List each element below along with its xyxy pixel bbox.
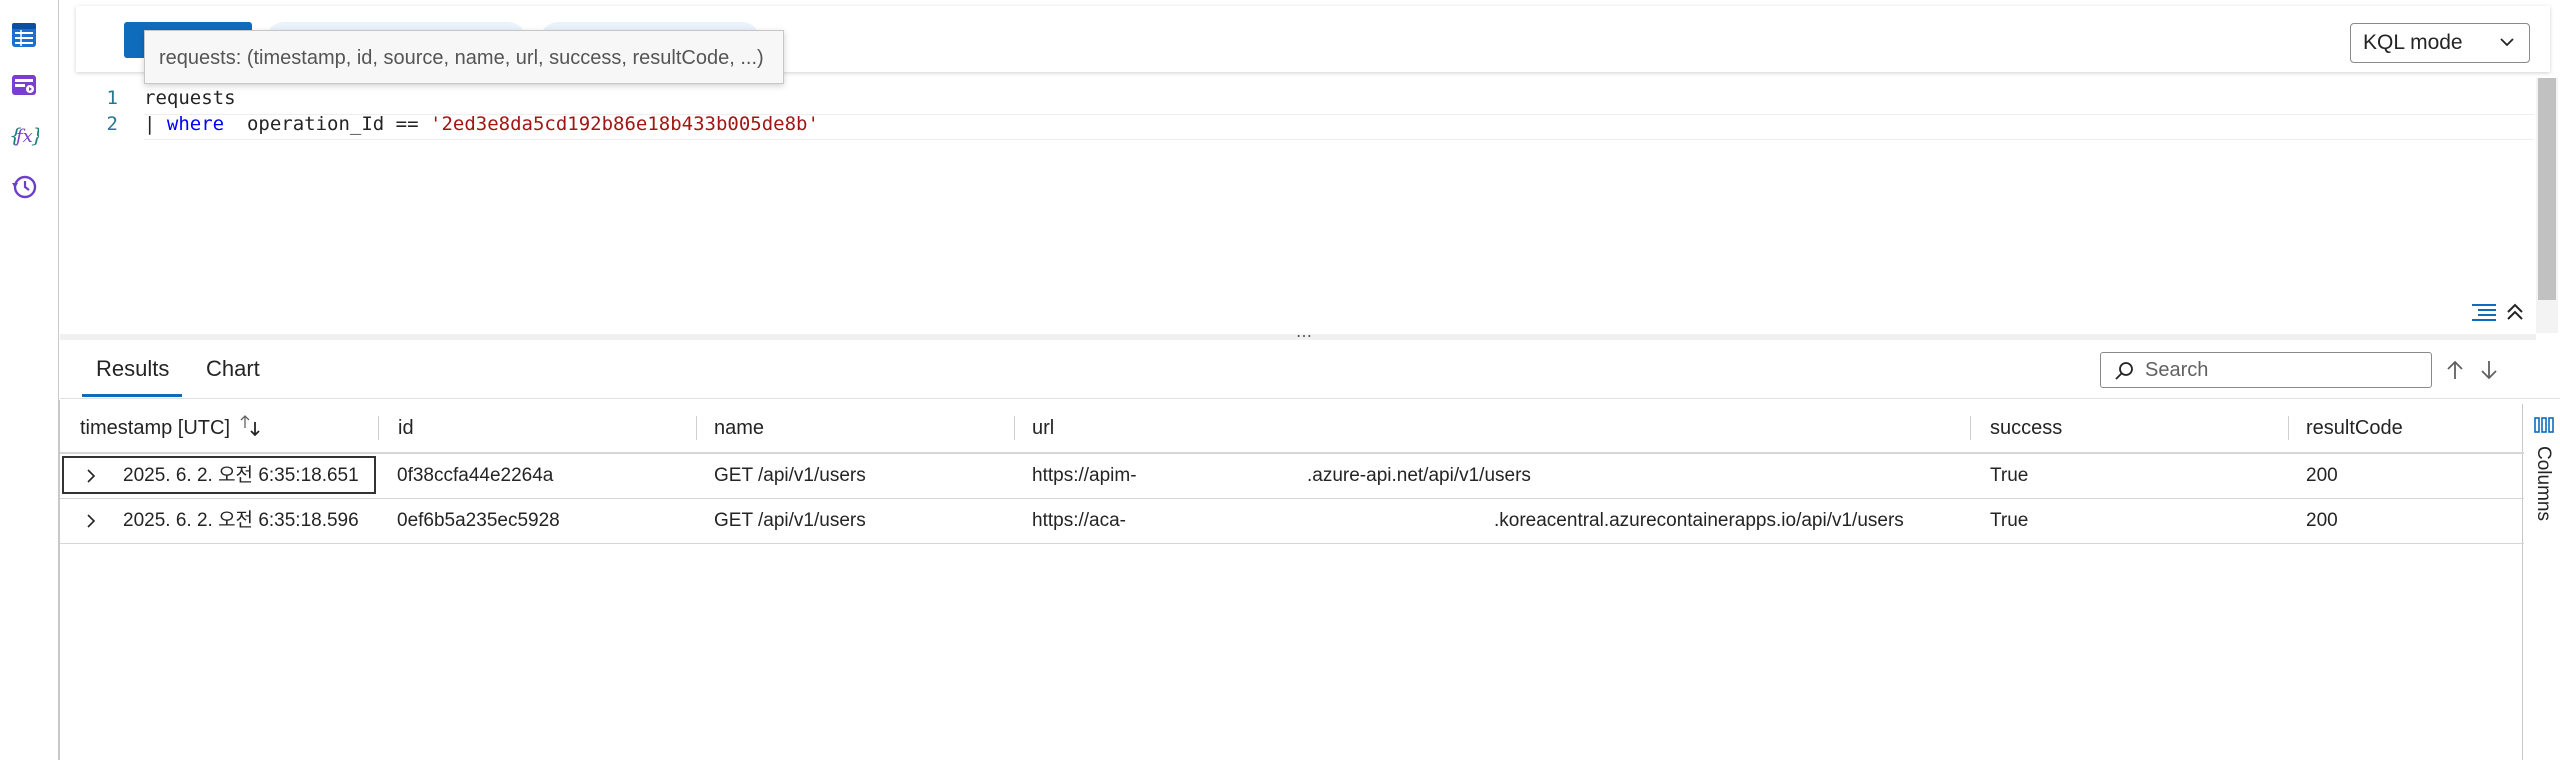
cell-timestamp[interactable]: 2025. 6. 2. 오전 6:35:18.596	[123, 499, 359, 543]
arrow-up-icon[interactable]	[2442, 356, 2468, 384]
column-separator[interactable]	[696, 416, 697, 440]
code-line-1[interactable]: requests	[144, 87, 236, 109]
results-search-box[interactable]	[2100, 352, 2432, 388]
search-icon	[2113, 360, 2135, 388]
column-separator[interactable]	[2288, 416, 2289, 440]
cell-id[interactable]: 0ef6b5a235ec5928	[397, 499, 560, 543]
splitter-grip-icon[interactable]: ⋯	[1296, 326, 1314, 346]
code-expression: operation_Id ==	[224, 113, 430, 135]
line-number: 1	[106, 87, 118, 109]
tab-results[interactable]: Results	[96, 356, 169, 382]
left-rail: {fx}	[0, 0, 59, 760]
svg-text:}: }	[31, 123, 39, 147]
sort-icon[interactable]	[238, 412, 264, 445]
cell-name[interactable]: GET /api/v1/users	[714, 499, 866, 543]
column-header-name[interactable]: name	[714, 404, 764, 452]
column-header-label: success	[1990, 417, 2063, 439]
editor-scrollbar-thumb[interactable]	[2538, 78, 2556, 300]
code-table-name: requests	[144, 87, 236, 109]
arrow-down-icon[interactable]	[2476, 356, 2502, 384]
column-header-timestamp[interactable]: timestamp [UTC]	[80, 404, 230, 452]
collapse-icon[interactable]	[2504, 300, 2526, 329]
table-row[interactable]: 2025. 6. 2. 오전 6:35:18.596 0ef6b5a235ec5…	[60, 499, 2524, 543]
cell-id[interactable]: 0f38ccfa44e2264a	[397, 454, 553, 498]
history-icon[interactable]	[9, 172, 39, 202]
cell-name[interactable]: GET /api/v1/users	[714, 454, 866, 498]
format-icon[interactable]	[2470, 300, 2498, 329]
column-header-label: resultCode	[2306, 417, 2403, 439]
search-input[interactable]	[2143, 357, 2417, 383]
cell-url-start[interactable]: https://aca-	[1032, 499, 1126, 543]
kql-mode-select[interactable]: KQL mode	[2350, 23, 2530, 63]
tabs-divider	[60, 398, 2560, 399]
column-header-url[interactable]: url	[1032, 404, 1054, 452]
tab-chart[interactable]: Chart	[206, 356, 260, 382]
expand-row-icon[interactable]	[84, 499, 98, 543]
columns-panel-toggle[interactable]: Columns	[2528, 410, 2560, 530]
cell-url-end[interactable]: .koreacentral.azurecontainerapps.io/api/…	[1494, 499, 1904, 543]
query-explorer-icon[interactable]	[9, 70, 39, 100]
cell-success[interactable]: True	[1990, 499, 2028, 543]
svg-text:fx: fx	[14, 126, 33, 147]
cell-success[interactable]: True	[1990, 454, 2028, 498]
line-number: 2	[106, 113, 118, 135]
active-tab-indicator	[82, 394, 182, 397]
column-header-id[interactable]: id	[398, 404, 414, 452]
schema-tooltip: requests: (timestamp, id, source, name, …	[144, 30, 784, 84]
expand-row-icon[interactable]	[84, 454, 98, 498]
kql-mode-label: KQL mode	[2363, 31, 2463, 54]
code-pipe: |	[144, 113, 167, 135]
column-header-resultcode[interactable]: resultCode	[2306, 404, 2403, 452]
cell-resultcode[interactable]: 200	[2306, 499, 2338, 543]
function-icon[interactable]: {fx}	[9, 120, 39, 150]
cell-resultcode[interactable]: 200	[2306, 454, 2338, 498]
column-header-label: url	[1032, 417, 1055, 439]
column-separator[interactable]	[378, 416, 379, 440]
column-separator[interactable]	[1970, 416, 1971, 440]
row-divider	[60, 543, 2524, 544]
columns-icon	[2534, 416, 2554, 439]
code-keyword: where	[166, 113, 225, 135]
column-header-label: name	[714, 417, 765, 439]
cell-timestamp[interactable]: 2025. 6. 2. 오전 6:35:18.651	[123, 454, 359, 498]
column-header-label: id	[398, 417, 414, 439]
cell-url-end[interactable]: .azure-api.net/api/v1/users	[1307, 454, 1531, 498]
column-separator[interactable]	[1014, 416, 1015, 440]
table-icon[interactable]	[9, 20, 39, 50]
code-line-2[interactable]: | where operation_Id == '2ed3e8da5cd192b…	[144, 113, 819, 135]
columns-panel-label: Columns	[2533, 446, 2554, 521]
column-header-label: timestamp [UTC]	[80, 417, 231, 439]
chevron-down-icon	[2497, 32, 2517, 58]
table-row[interactable]: 2025. 6. 2. 오전 6:35:18.651 0f38ccfa44e22…	[60, 454, 2524, 498]
column-header-success[interactable]: success	[1990, 404, 2062, 452]
code-string: '2ed3e8da5cd192b86e18b433b005de8b'	[430, 113, 819, 135]
cell-url-start[interactable]: https://apim-	[1032, 454, 1137, 498]
